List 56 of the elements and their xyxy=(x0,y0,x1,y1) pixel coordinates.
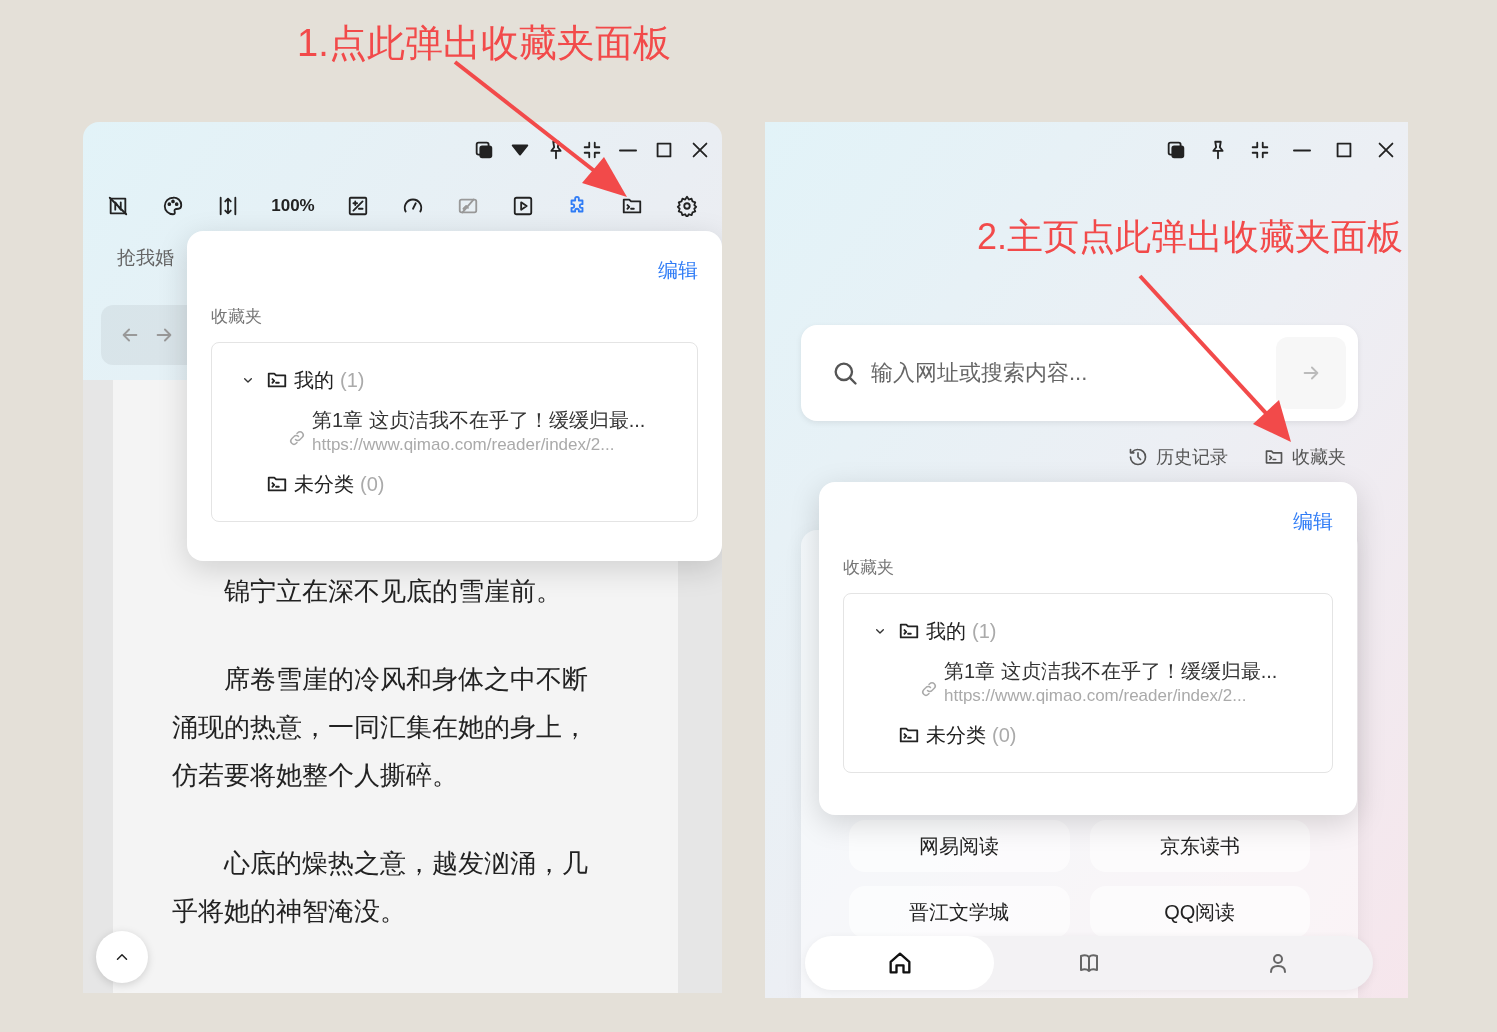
text-format-off-button[interactable] xyxy=(107,195,129,217)
folder-name[interactable]: 我的 xyxy=(926,616,966,646)
folder-name[interactable]: 未分类 xyxy=(926,720,986,750)
paragraph: 锦宁立在深不见底的雪崖前。 xyxy=(223,575,563,608)
edit-link[interactable]: 编辑 xyxy=(658,257,698,283)
annotation-text: 1.点此弹出收藏夹面板 xyxy=(297,21,671,66)
bookmark-url: https://www.qimao.com/reader/index/2... xyxy=(312,434,616,456)
folder-terminal-icon xyxy=(1264,447,1284,467)
folder-count: (0) xyxy=(992,723,1017,748)
history-icon xyxy=(1128,447,1148,467)
minimize-icon xyxy=(618,148,638,152)
zoom-level[interactable]: 100% xyxy=(271,193,315,219)
panel-heading: 收藏夹 xyxy=(843,557,895,579)
favorites-link[interactable]: 收藏夹 xyxy=(1264,443,1346,471)
bookmark-title[interactable]: 第1章 这贞洁我不在乎了！缓缓归最... xyxy=(944,658,1278,684)
layers-button[interactable] xyxy=(1165,139,1187,161)
link-icon xyxy=(288,429,306,447)
play-button[interactable] xyxy=(511,195,534,217)
folder-name[interactable]: 未分类 xyxy=(294,469,354,499)
settings-icon xyxy=(676,195,698,217)
percent-box-button[interactable] xyxy=(347,195,370,217)
site-card[interactable]: 晋江文学城 xyxy=(849,886,1070,938)
panel-heading: 收藏夹 xyxy=(211,306,263,328)
bookmark-url: https://www.qimao.com/reader/index/2... xyxy=(944,685,1248,707)
book-icon xyxy=(1077,951,1101,975)
palette-button[interactable] xyxy=(161,195,184,217)
search-field[interactable]: 输入网址或搜索内容... xyxy=(871,333,1276,413)
site-card[interactable]: 网易阅读 xyxy=(849,820,1070,872)
folder-name[interactable]: 我的 xyxy=(294,365,334,395)
edit-link[interactable]: 编辑 xyxy=(1293,508,1333,534)
site-card[interactable]: QQ阅读 xyxy=(1089,886,1310,938)
folder-count: (0) xyxy=(360,472,385,497)
palette-icon xyxy=(161,195,184,217)
link-icon xyxy=(920,680,938,698)
search-bar[interactable]: 输入网址或搜索内容... xyxy=(801,325,1358,421)
layers-button[interactable] xyxy=(473,139,495,161)
annotation-text: 2.主页点此弹出收藏夹面板 xyxy=(977,215,1404,259)
settings-button[interactable] xyxy=(676,195,698,217)
folder-count: (1) xyxy=(340,368,365,393)
site-card[interactable]: 京东读书 xyxy=(1089,820,1310,872)
paragraph: 席卷雪崖的冷风和身体之中不断涌现的热意，一同汇集在她的身上，仿若要将她整个人撕碎。 xyxy=(172,663,589,792)
bookmark-title[interactable]: 第1章 这贞洁我不在乎了！缓缓归最... xyxy=(312,407,646,433)
shrink-icon xyxy=(1249,139,1271,161)
play-icon xyxy=(511,195,534,217)
percent-box-icon xyxy=(347,195,370,217)
layers-icon xyxy=(473,139,495,161)
minimize-icon xyxy=(1292,148,1312,152)
tab-title[interactable]: 抢我婚 xyxy=(117,243,174,273)
layers-icon xyxy=(1165,139,1187,161)
shrink-button[interactable] xyxy=(1249,139,1271,161)
text-format-off-icon xyxy=(107,195,129,217)
paragraph: 心底的燥热之意，越发汹涌，几乎将她的神智淹没。 xyxy=(172,847,589,928)
shrink-button[interactable] xyxy=(581,139,603,161)
shrink-icon xyxy=(581,139,603,161)
history-link[interactable]: 历史记录 xyxy=(1128,443,1228,471)
folder-count: (1) xyxy=(972,619,997,644)
